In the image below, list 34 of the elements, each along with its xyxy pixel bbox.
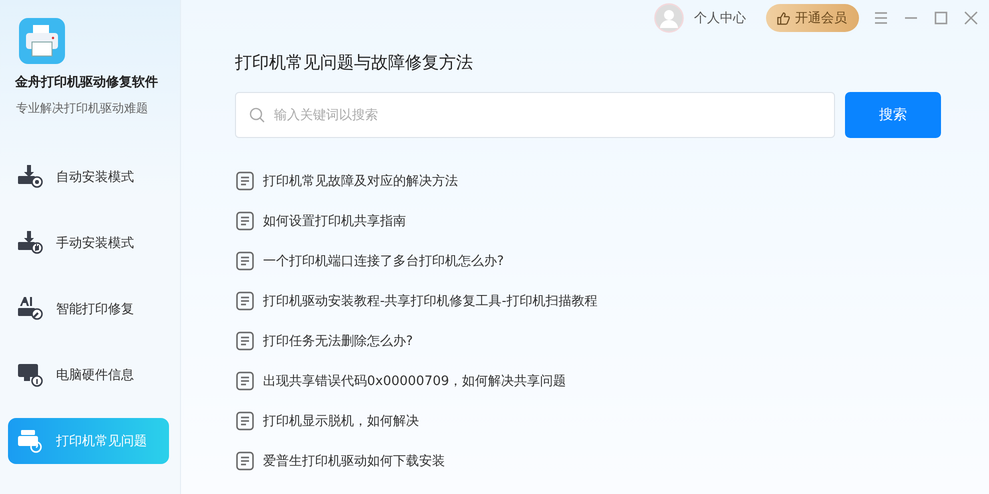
article-link[interactable]: 出现共享错误代码0x00000709，如何解决共享问题 [263,372,566,390]
user-center-link[interactable]: 个人中心 [694,9,746,27]
document-icon [235,291,255,311]
maximize-icon[interactable] [933,10,949,26]
app-subtitle: 专业解决打印机驱动难题 [16,100,148,117]
app-logo-icon [19,18,65,64]
article-link[interactable]: 打印任务无法删除怎么办? [263,332,413,350]
menu-icon[interactable] [873,10,889,26]
document-icon [235,411,255,431]
sidebar-item[interactable]: 手动安装模式 [8,220,169,266]
document-icon [235,331,255,351]
search-icon [249,107,265,123]
document-icon [235,171,255,191]
page-title: 打印机常见问题与故障修复方法 [235,52,474,74]
thumbs-up-icon [776,10,791,26]
article-link[interactable]: 打印机显示脱机，如何解决 [263,412,419,430]
search-field[interactable]: 输入关键词以搜索 [235,92,835,138]
search-button[interactable]: 搜索 [845,92,941,138]
avatar-icon[interactable] [654,3,684,33]
document-icon [235,451,255,471]
sidebar-item[interactable]: 智能打印修复 [8,286,169,332]
article-link[interactable]: 如何设置打印机共享指南 [263,212,406,230]
article-link[interactable]: 打印机常见故障及对应的解决方法 [263,172,458,190]
app-name: 金舟打印机驱动修复软件 [15,74,158,91]
vip-button[interactable]: 开通会员 [766,4,859,32]
article-link[interactable]: 爱普生打印机驱动如何下载安装 [263,452,445,470]
close-icon[interactable] [963,10,979,26]
article-link[interactable]: 打印机驱动安装教程-共享打印机修复工具-打印机扫描教程 [263,292,598,310]
sidebar-item[interactable]: 自动安装模式 [8,154,169,200]
document-icon [235,211,255,231]
document-icon [235,371,255,391]
document-icon [235,251,255,271]
article-link[interactable]: 一个打印机端口连接了多台打印机怎么办? [263,252,504,270]
sidebar-item[interactable]: 电脑硬件信息 [8,352,169,398]
